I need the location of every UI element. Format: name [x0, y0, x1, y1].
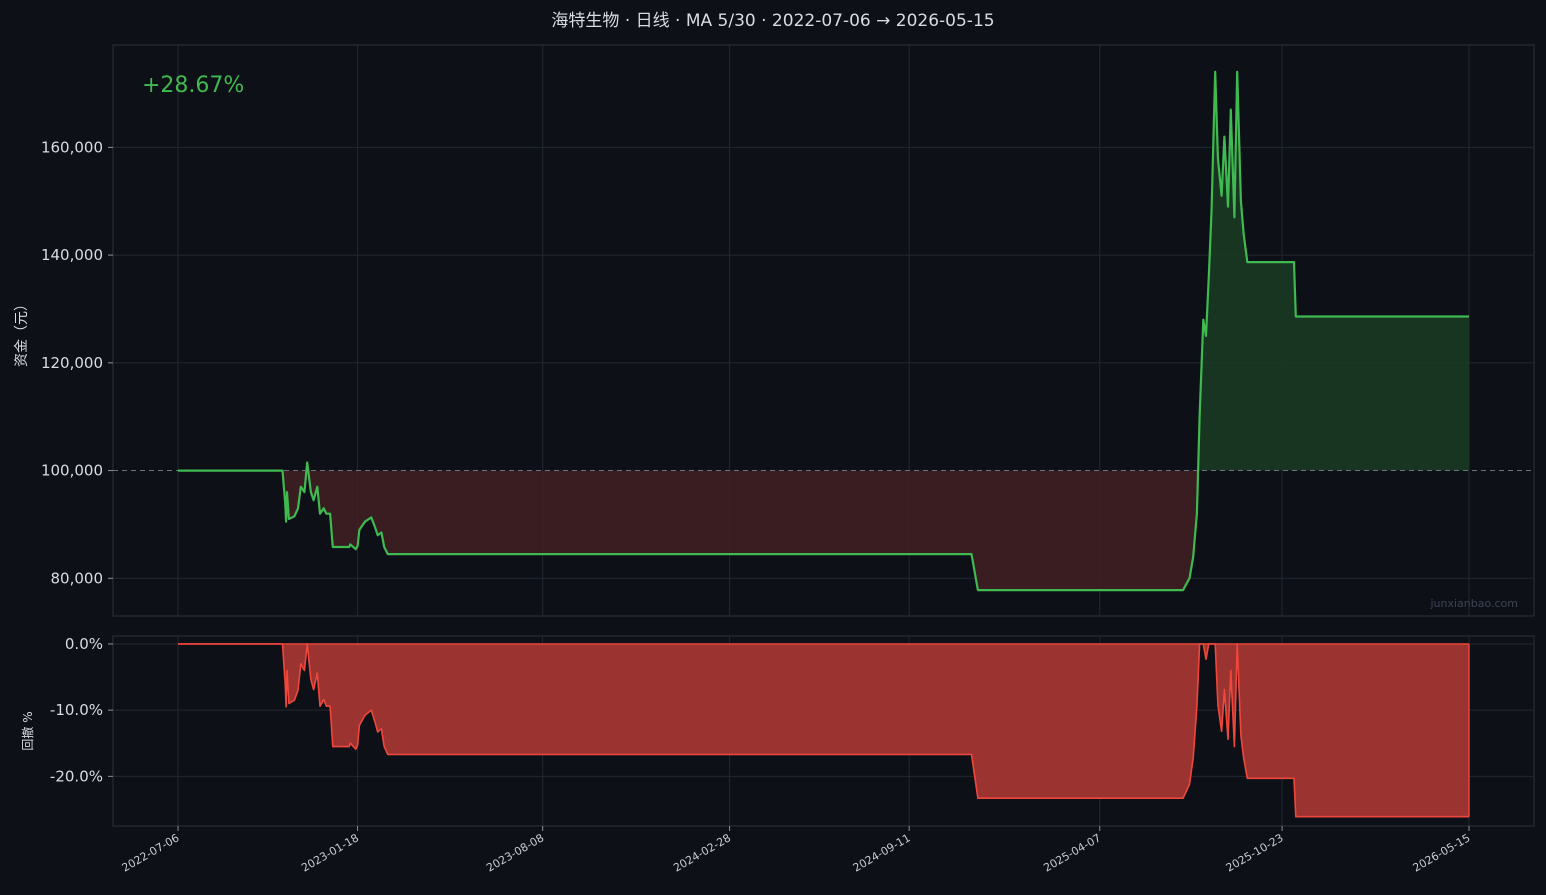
loss-fill-area-3	[308, 470, 1199, 591]
x-axis-ticks: 2022-07-06 2023-01-18 2023-08-08 2024-02-28…	[120, 826, 1473, 875]
equity-y-ticks: 80,000 100,000 120,000 140,000 160,000	[41, 138, 113, 587]
equity-ytick-label-1: 100,000	[41, 462, 103, 480]
drawdown-ytick-label-1: -10.0%	[50, 701, 103, 719]
x-tick-label-3: 2024-02-28	[671, 831, 733, 874]
chart-title: 海特生物 · 日线 · MA 5/30 · 2022-07-06 → 2026-…	[551, 11, 994, 31]
equity-ytick-label-4: 160,000	[41, 138, 103, 156]
x-tick-label-2: 2023-08-08	[484, 831, 546, 874]
x-tick-label-6: 2025-10-23	[1224, 831, 1286, 874]
drawdown-panel: 0.0% -10.0% -20.0% 回撤 %	[20, 635, 1535, 827]
drawdown-y-axis-label: 回撤 %	[20, 711, 35, 750]
x-tick-label-0: 2022-07-06	[120, 831, 182, 874]
drawdown-series	[178, 643, 1470, 818]
drawdown-fill-area	[178, 643, 1469, 817]
equity-ytick-label-2: 120,000	[41, 354, 103, 372]
drawdown-y-ticks: 0.0% -10.0% -20.0%	[50, 635, 113, 785]
x-tick-label-7: 2026-05-15	[1411, 831, 1473, 874]
equity-y-axis-label: 资金（元）	[14, 297, 30, 367]
backtest-chart: 海特生物 · 日线 · MA 5/30 · 2022-07-06 → 2026-…	[14, 11, 1535, 875]
x-tick-label-1: 2023-01-18	[299, 831, 361, 874]
equity-panel: 80,000 100,000 120,000 140,000 160,000 +28.6…	[14, 44, 1535, 617]
drawdown-ytick-label-2: -20.0%	[50, 767, 103, 785]
watermark: junxianbao.com	[1429, 597, 1518, 610]
x-tick-label-5: 2025-04-07	[1041, 831, 1103, 874]
drawdown-ytick-label-0: 0.0%	[65, 635, 103, 653]
equity-ytick-label-3: 140,000	[41, 246, 103, 264]
equity-fill-areas	[282, 71, 1469, 591]
x-tick-label-4: 2024-09-11	[851, 831, 913, 874]
return-label: +28.67%	[142, 73, 244, 98]
equity-ytick-label-0: 80,000	[51, 569, 104, 587]
